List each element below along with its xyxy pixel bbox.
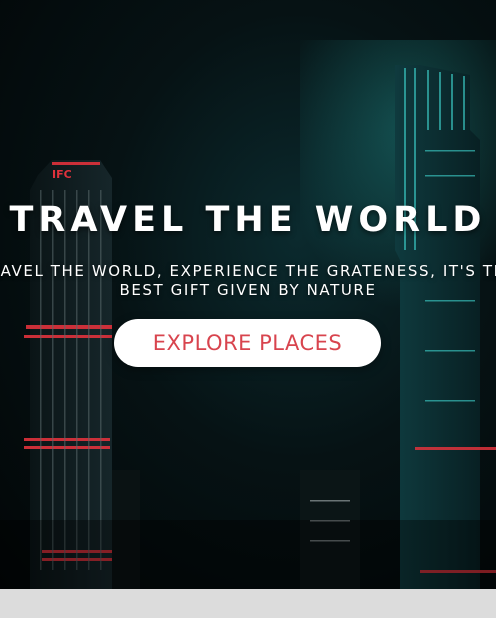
hero-subtitle-line1: TRAVEL THE WORLD, EXPERIENCE THE GRATENE… bbox=[0, 262, 496, 280]
explore-places-button[interactable]: EXPLORE PLACES bbox=[114, 319, 381, 367]
hero-section: IFC TRAVEL THE WORLD TRAVEL THE WORLD, E… bbox=[0, 0, 496, 589]
tower-sign: IFC bbox=[52, 168, 72, 181]
hero-subtitle-line2: BEST GIFT GIVEN BY NATURE bbox=[119, 281, 377, 299]
hero-title: TRAVEL THE WORLD bbox=[9, 200, 487, 240]
page-bottom-strip bbox=[0, 589, 496, 618]
